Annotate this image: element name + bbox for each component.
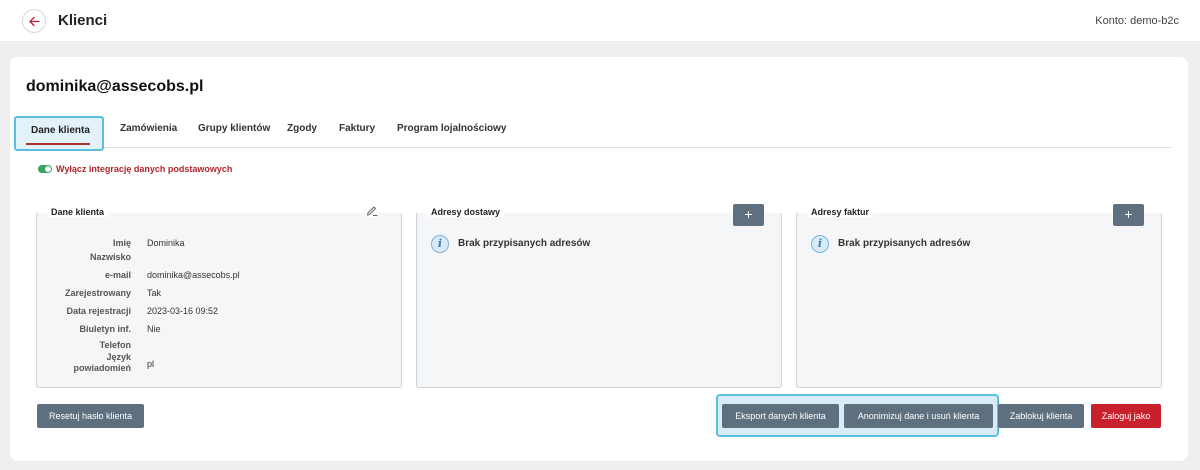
detail-value: Nie bbox=[147, 324, 161, 334]
top-bar: Klienci Konto: demo-b2c bbox=[0, 0, 1200, 41]
tab-label: Dane klienta bbox=[31, 125, 90, 136]
detail-row-email: e-mail dominika@assecobs.pl bbox=[37, 270, 401, 284]
account-label: Konto: bbox=[1095, 15, 1128, 27]
info-icon: i bbox=[431, 235, 449, 253]
add-delivery-address-button[interactable]: + bbox=[733, 204, 764, 226]
block-client-button[interactable]: Zablokuj klienta bbox=[998, 404, 1084, 428]
back-button[interactable] bbox=[22, 9, 46, 33]
empty-state-text: Brak przypisanych adresów bbox=[458, 238, 591, 249]
tab-consents[interactable]: Zgody bbox=[287, 123, 317, 134]
detail-label: Nazwisko bbox=[89, 252, 131, 262]
detail-value: Tak bbox=[147, 288, 162, 298]
detail-label: Zarejestrowany bbox=[64, 288, 131, 298]
detail-value: 2023-03-16 09:52 bbox=[147, 306, 219, 316]
detail-row-last-name: Nazwisko bbox=[37, 252, 401, 266]
detail-label: Data rejestracji bbox=[66, 306, 131, 316]
delivery-addresses-panel: Adresy dostawy + i Brak przypisanych adr… bbox=[416, 204, 782, 388]
info-icon: i bbox=[811, 235, 829, 253]
detail-row-first-name: Imię Dominika bbox=[37, 238, 401, 252]
panel-title: Dane klienta bbox=[47, 207, 109, 217]
tab-customer-groups[interactable]: Grupy klientów bbox=[198, 123, 270, 134]
tab-orders[interactable]: Zamówienia bbox=[120, 123, 177, 134]
detail-value: dominika@assecobs.pl bbox=[147, 270, 240, 280]
client-card: dominika@assecobs.pl Dane klienta Zamówi… bbox=[10, 57, 1188, 461]
anonymize-delete-button[interactable]: Anonimizuj dane i usuń klienta bbox=[844, 404, 993, 428]
invoice-addresses-panel: Adresy faktur + i Brak przypisanych adre… bbox=[796, 204, 1162, 388]
detail-label-line2: powiadomień bbox=[73, 363, 131, 373]
tab-invoices[interactable]: Faktury bbox=[339, 123, 375, 134]
account-value: demo-b2c bbox=[1130, 15, 1179, 27]
reset-password-button[interactable]: Resetuj hasło klienta bbox=[37, 404, 144, 428]
toggle-knob bbox=[45, 166, 51, 172]
panel-title: Adresy faktur bbox=[807, 207, 874, 217]
integration-toggle[interactable] bbox=[38, 165, 52, 173]
detail-label: Język bbox=[106, 352, 131, 362]
detail-value: Dominika bbox=[147, 238, 185, 248]
edit-icon[interactable] bbox=[365, 203, 379, 217]
panel-title: Adresy dostawy bbox=[427, 207, 505, 217]
detail-label: Imię bbox=[112, 238, 131, 248]
arrow-left-icon bbox=[29, 16, 40, 27]
tab-loyalty-program[interactable]: Program lojalnościowy bbox=[397, 123, 506, 134]
detail-row-phone: Telefon bbox=[37, 340, 401, 354]
detail-label: Telefon bbox=[99, 340, 131, 350]
tab-client-data[interactable]: Dane klienta bbox=[14, 116, 104, 151]
page-title: dominika@assecobs.pl bbox=[26, 78, 204, 95]
login-as-button[interactable]: Zaloguj jako bbox=[1091, 404, 1161, 428]
tab-bar: Dane klienta Zamówienia Grupy klientów Z… bbox=[14, 116, 1172, 151]
active-tab-underline bbox=[26, 143, 90, 145]
detail-label: Biuletyn inf. bbox=[79, 324, 132, 334]
detail-row-registered: Zarejestrowany Tak bbox=[37, 288, 401, 302]
detail-row-registration-date: Data rejestracji 2023-03-16 09:52 bbox=[37, 306, 401, 320]
detail-value: pl bbox=[147, 359, 155, 369]
add-invoice-address-button[interactable]: + bbox=[1113, 204, 1144, 226]
page-header-title: Klienci bbox=[58, 12, 108, 29]
client-data-panel: Dane klienta Imię Dominika Nazwisko e-ma… bbox=[36, 203, 402, 388]
detail-row-language: Język powiadomień pl bbox=[37, 352, 401, 373]
empty-state-text: Brak przypisanych adresów bbox=[838, 238, 971, 249]
detail-row-newsletter: Biuletyn inf. Nie bbox=[37, 324, 401, 338]
integration-toggle-label[interactable]: Wyłącz integrację danych podstawowych bbox=[56, 164, 232, 174]
export-data-button[interactable]: Eksport danych klienta bbox=[722, 404, 839, 428]
detail-label: e-mail bbox=[104, 270, 131, 280]
account-info: Konto: demo-b2c bbox=[1092, 15, 1179, 27]
